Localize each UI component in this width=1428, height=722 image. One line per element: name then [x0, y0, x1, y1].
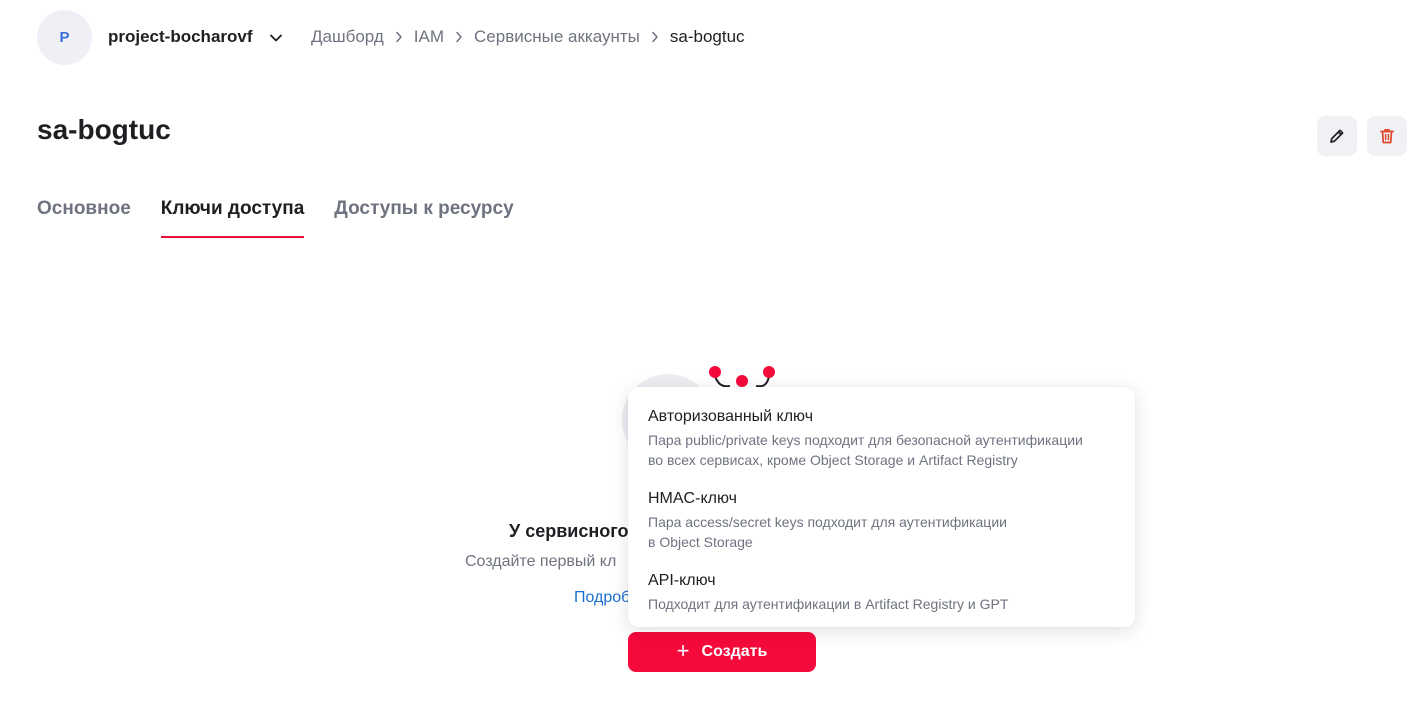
menu-item-description: Пара public/private keys подходит для бе… [648, 432, 1083, 468]
empty-state-title: У сервисного [509, 521, 629, 541]
breadcrumb-dashboard[interactable]: Дашборд [311, 27, 384, 47]
breadcrumb: Дашборд IAM Сервисные аккаунты sa-bogtuc [311, 27, 745, 47]
trash-icon [1380, 128, 1394, 144]
tab-general[interactable]: Основное [37, 198, 131, 236]
breadcrumb-service-accounts[interactable]: Сервисные аккаунты [474, 27, 640, 47]
project-name[interactable]: project-bocharovf [108, 27, 253, 47]
menu-item-description: Подходит для аутентификации в Artifact R… [648, 596, 1009, 612]
menu-item-title: HMAC-ключ [648, 490, 737, 507]
chevron-right-icon [456, 31, 462, 43]
project-avatar[interactable]: P [37, 10, 92, 65]
plus-icon: + [676, 638, 690, 663]
menu-item-api-key[interactable]: API-ключ Подходит для аутентификации в A… [628, 571, 1135, 614]
menu-item-description: Пара access/secret keys подходит для аут… [648, 514, 1007, 550]
create-button[interactable]: + Создать [628, 632, 816, 672]
chevron-right-icon [652, 31, 658, 43]
menu-item-authorized-key[interactable]: Авторизованный ключ Пара public/private … [628, 407, 1135, 470]
page-title: sa-bogtuc [37, 114, 171, 145]
edit-button[interactable] [1317, 116, 1357, 156]
chevron-right-icon [396, 31, 402, 43]
empty-state-description: Создайте первый кл [465, 553, 617, 570]
learn-more-link[interactable]: Подроб [574, 589, 630, 607]
tab-resource-access[interactable]: Доступы к ресурсу [334, 198, 513, 236]
create-button-label: Создать [701, 643, 768, 660]
breadcrumb-iam[interactable]: IAM [414, 27, 444, 47]
breadcrumb-current: sa-bogtuc [669, 27, 745, 46]
tabs: Основное Ключи доступа Доступы к ресурсу [37, 198, 544, 238]
menu-item-title: Авторизованный ключ [648, 408, 814, 425]
tab-access-keys[interactable]: Ключи доступа [160, 198, 304, 238]
chevron-down-icon[interactable] [268, 31, 284, 45]
menu-item-hmac-key[interactable]: HMAC-ключ Пара access/secret keys подход… [628, 489, 1135, 552]
delete-button[interactable] [1367, 116, 1407, 156]
create-key-dropdown: Авторизованный ключ Пара public/private … [628, 387, 1135, 627]
menu-item-title: API-ключ [648, 572, 716, 589]
pencil-icon [1330, 129, 1344, 143]
